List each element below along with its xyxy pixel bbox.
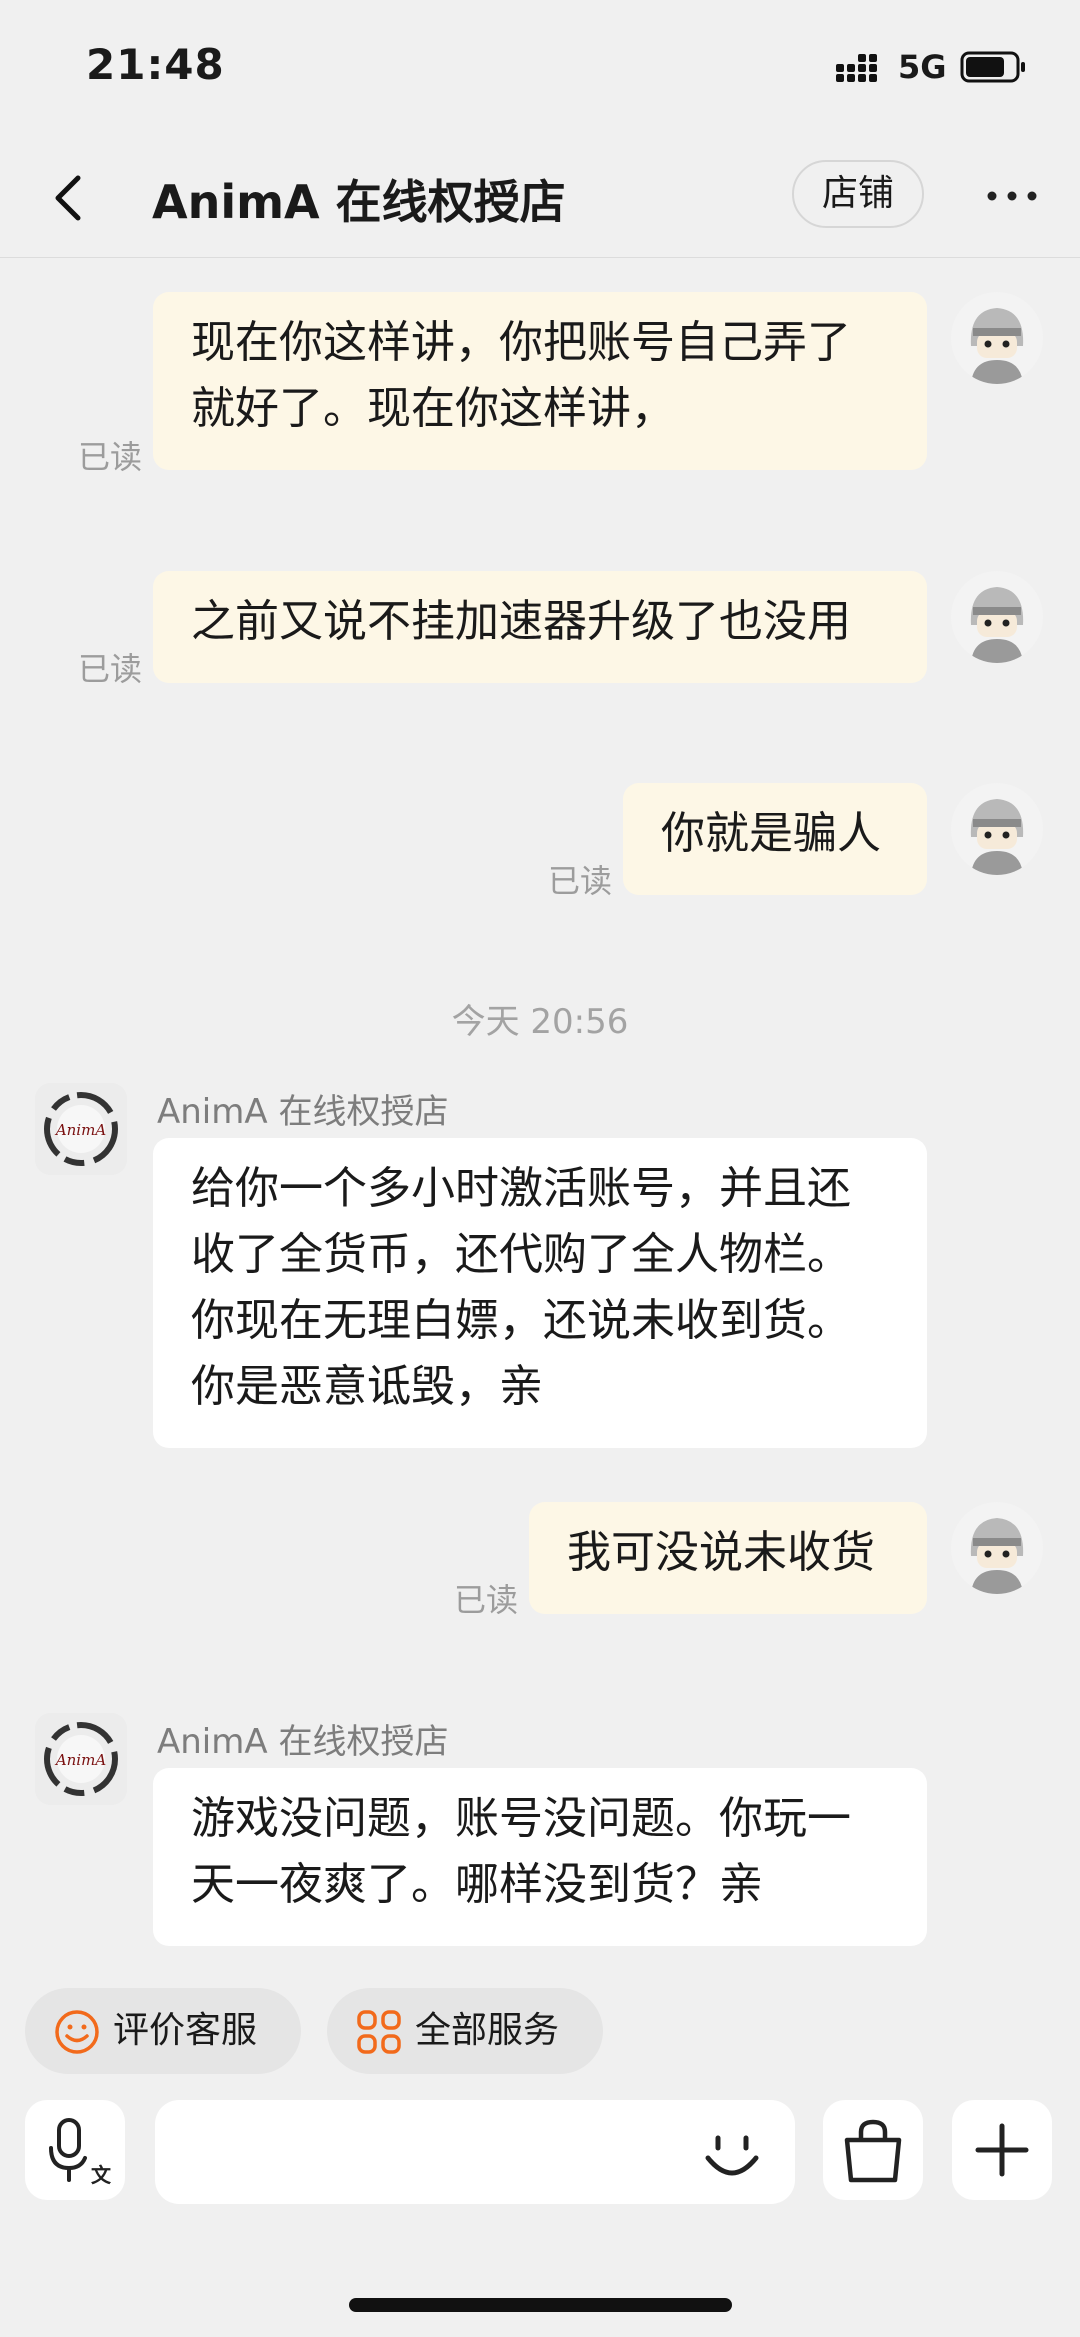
shopping-bag-button[interactable] (823, 2100, 923, 2200)
user-avatar-icon (951, 571, 1043, 663)
message-bubble[interactable]: 你就是骗人 (623, 783, 927, 895)
plus-icon (975, 2123, 1029, 2177)
chip-label: 全部服务 (415, 2010, 560, 2051)
message-bubble[interactable]: 之前又说不挂加速器升级了也没用 (153, 571, 927, 683)
sender-name: AnimA 在线权授店 (157, 1092, 449, 1132)
user-avatar-icon (951, 783, 1043, 875)
input-bar: 文 (0, 2100, 1080, 2210)
services-grid-icon (357, 2010, 401, 2054)
shop-logo-text: AnimA (54, 1751, 107, 1769)
avatar[interactable] (951, 571, 1043, 663)
message-bubble[interactable]: 给你一个多小时激活账号，并且还 收了全货币，还代购了全人物栏。 你现在无理白嫖，… (153, 1138, 927, 1448)
shop-button[interactable]: 店铺 (792, 160, 924, 228)
avatar[interactable] (951, 1502, 1043, 1594)
read-receipt: 已读 (78, 650, 143, 688)
shopping-bag-icon (844, 2119, 902, 2183)
all-services-button[interactable]: 全部服务 (327, 1988, 603, 2074)
message-bubble[interactable]: 我可没说未收货 (529, 1502, 927, 1614)
shop-logo-icon: AnimA (35, 1083, 127, 1175)
shop-logo-icon: AnimA (35, 1713, 127, 1805)
shop-avatar[interactable]: AnimA (35, 1713, 127, 1805)
shop-logo-text: AnimA (54, 1121, 107, 1139)
chat-timestamp: 今天 20:56 (451, 1002, 629, 1042)
rate-service-button[interactable]: 评价客服 (25, 1988, 301, 2074)
voice-translate-icon: 文 (49, 2118, 112, 2187)
status-bar: 21:48 5G (0, 0, 1080, 140)
more-icon[interactable] (984, 184, 1040, 208)
message-bubble[interactable]: 游戏没问题，账号没问题。你玩一 天一夜爽了。哪样没到货？亲 (153, 1768, 927, 1946)
status-time: 21:48 (86, 40, 225, 89)
battery-icon (960, 51, 1025, 83)
user-avatar-icon (951, 1502, 1043, 1594)
read-receipt: 已读 (454, 1581, 519, 1619)
emoji-icon[interactable] (700, 2124, 764, 2188)
message-bubble[interactable]: 现在你这样讲，你把账号自己弄了 就好了。现在你这样讲， (153, 292, 927, 470)
message-input[interactable] (155, 2100, 795, 2204)
smile-icon (55, 2010, 99, 2054)
avatar[interactable] (951, 783, 1043, 875)
signal-icon (836, 54, 877, 82)
network-type: 5G (898, 48, 947, 86)
chat-screen: 21:48 5G AnimA 在线权授店 店铺 现在你这样讲，你把账号自己弄了 … (0, 0, 1080, 2337)
more-actions-button[interactable] (952, 2100, 1052, 2200)
nav-bar: AnimA 在线权授店 店铺 (0, 140, 1080, 258)
shop-avatar[interactable]: AnimA (35, 1083, 127, 1175)
avatar[interactable] (951, 292, 1043, 384)
read-receipt: 已读 (78, 438, 143, 476)
svg-text:文: 文 (91, 2163, 112, 2187)
chip-label: 评价客服 (113, 2010, 258, 2051)
back-icon[interactable] (44, 168, 94, 228)
page-title: AnimA 在线权授店 (152, 175, 566, 229)
read-receipt: 已读 (548, 862, 613, 900)
user-avatar-icon (951, 292, 1043, 384)
sender-name: AnimA 在线权授店 (157, 1722, 449, 1762)
voice-button[interactable]: 文 (25, 2100, 125, 2200)
home-indicator[interactable] (349, 2298, 732, 2312)
